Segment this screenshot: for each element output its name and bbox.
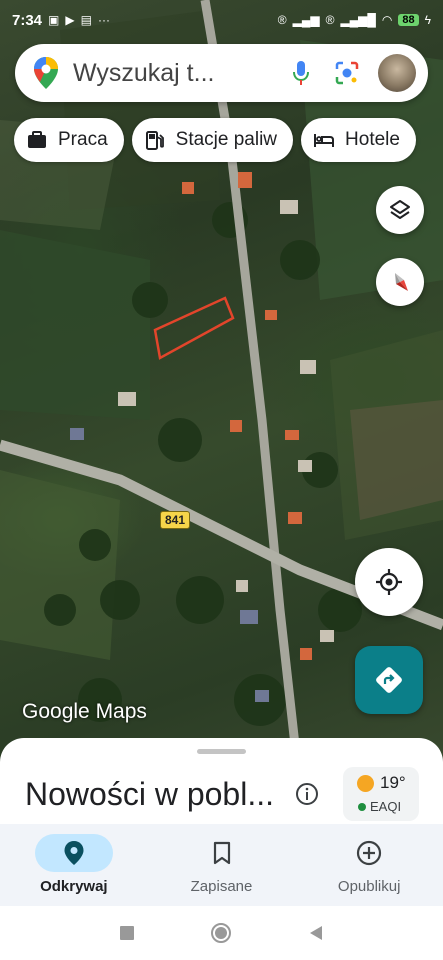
nav-explore[interactable]: Odkrywaj — [0, 824, 148, 906]
roaming-icon: ® — [277, 13, 287, 27]
nav-saved[interactable]: Zapisane — [148, 824, 296, 906]
bottom-sheet[interactable]: Nowości w pobl... 19° EAQI — [0, 738, 443, 828]
status-right: ® ▂▄▆ ® ▂▄▆█ ◠ 88 ϟ — [278, 13, 431, 27]
nav-label: Odkrywaj — [40, 878, 108, 895]
nav-explore-pill — [34, 834, 113, 872]
nav-saved-pill — [183, 834, 261, 872]
charging-icon: ϟ — [424, 13, 431, 27]
nav-contribute[interactable]: Opublikuj — [295, 824, 443, 906]
square-icon — [120, 926, 135, 940]
nav-contribute-pill — [330, 834, 408, 872]
layers-icon — [390, 200, 410, 219]
my-location-icon — [376, 569, 402, 595]
google-maps-pin-icon — [34, 57, 58, 89]
microphone-icon[interactable] — [286, 58, 316, 88]
signal-icon: ▂▄▆ — [292, 13, 320, 27]
weather-temp: 19° — [357, 773, 406, 793]
id-card-icon: ▤ — [80, 13, 92, 27]
sun-icon — [357, 774, 374, 792]
chip-label: Stacje paliw — [175, 129, 278, 150]
back-button[interactable] — [305, 922, 327, 944]
directions-button[interactable] — [355, 646, 423, 714]
logo-google: Google — [22, 700, 90, 723]
search-input[interactable]: Wyszukaj t... — [73, 59, 270, 88]
aqi-status-dot — [358, 802, 366, 811]
sheet-title: Nowości w pobl... — [25, 776, 274, 812]
chip-hotels[interactable]: Hotele — [301, 118, 416, 162]
chip-label: Hotele — [345, 129, 400, 150]
weather-widget[interactable]: 19° EAQI — [343, 767, 419, 821]
my-location-button[interactable] — [355, 548, 423, 616]
google-lens-icon[interactable] — [332, 58, 362, 88]
air-quality: EAQI — [358, 799, 401, 814]
battery-icon: 88 — [398, 14, 419, 26]
temperature: 19° — [380, 773, 406, 792]
chip-work[interactable]: Praca — [14, 118, 124, 162]
back-triangle-icon — [309, 926, 322, 940]
bookmark-icon — [213, 841, 230, 865]
hotel-bed-icon — [314, 134, 335, 147]
system-navigation-bar — [0, 906, 443, 960]
search-bar[interactable]: Wyszukaj t... — [15, 44, 428, 102]
home-button[interactable] — [210, 922, 232, 944]
add-circle-icon — [357, 840, 382, 866]
nav-label: Opublikuj — [337, 878, 401, 895]
bottom-navigation: Odkrywaj Zapisane Opublikuj — [0, 824, 443, 906]
signal-icon-2: ▂▄▆█ — [340, 13, 376, 27]
youtube-icon: ▶ — [65, 13, 75, 27]
location-pin-icon — [64, 841, 84, 865]
directions-icon — [376, 667, 402, 693]
briefcase-icon — [28, 131, 46, 148]
recent-apps-button[interactable] — [116, 922, 138, 944]
gas-station-icon — [145, 131, 164, 150]
avatar[interactable] — [378, 54, 416, 92]
roaming-icon-2: ® — [325, 13, 335, 27]
compass-button[interactable] — [376, 258, 424, 306]
more-notifications-icon: ··· — [97, 13, 110, 27]
aqi-label: EAQI — [370, 799, 402, 814]
category-chips: Praca Stacje paliw Hotele — [14, 118, 416, 162]
wifi-icon: ◠ — [381, 13, 393, 27]
compass-icon — [395, 273, 408, 291]
status-time: 7:34 — [12, 11, 43, 29]
home-circle-icon — [211, 923, 232, 943]
logo-maps: Maps — [95, 700, 147, 723]
google-maps-logo: Google Maps — [22, 700, 147, 724]
info-icon[interactable] — [295, 782, 319, 806]
road-number-label: 841 — [160, 511, 191, 529]
nav-label: Zapisane — [190, 878, 253, 895]
notification-icon: ▣ — [48, 13, 60, 27]
layers-button[interactable] — [376, 186, 424, 234]
sheet-drag-handle[interactable] — [197, 749, 246, 754]
status-bar: 7:34 ▣ ▶ ▤ ··· ® ▂▄▆ ® ▂▄▆█ ◠ 88 ϟ — [0, 0, 443, 40]
chip-label: Praca — [58, 129, 108, 150]
chip-gas-stations[interactable]: Stacje paliw — [131, 118, 294, 162]
